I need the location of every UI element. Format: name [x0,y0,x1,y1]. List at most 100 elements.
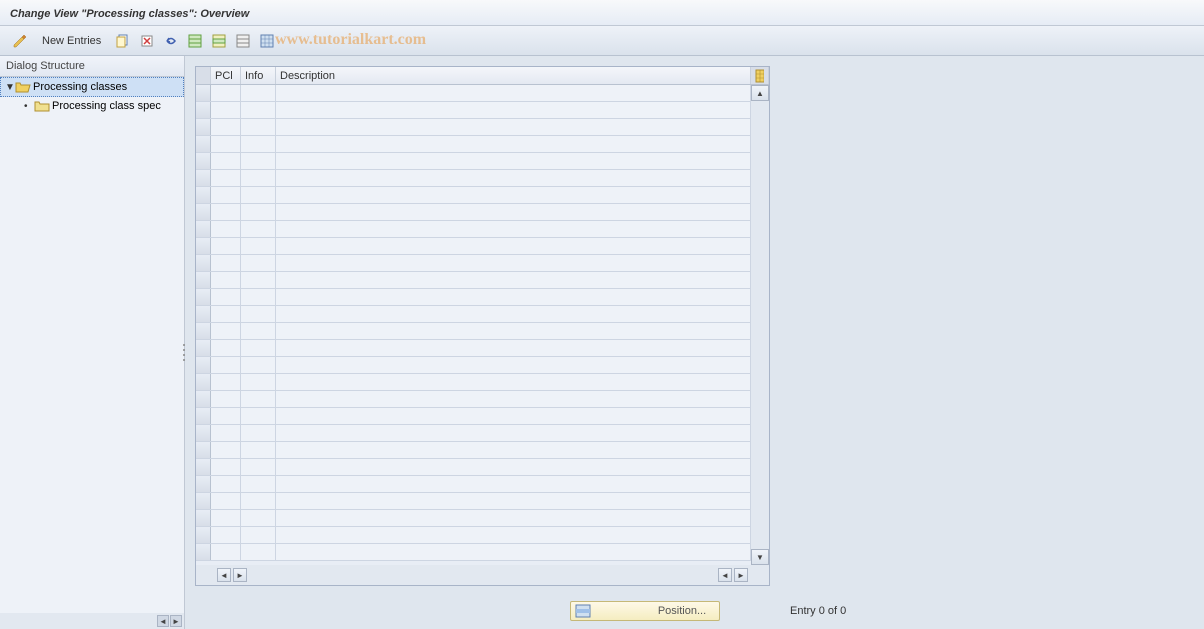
table-row[interactable] [196,204,769,221]
row-selector[interactable] [196,221,211,237]
cell-info[interactable] [241,544,276,560]
table-row[interactable] [196,187,769,204]
cell-info[interactable] [241,391,276,407]
table-row[interactable] [196,221,769,238]
cell-info[interactable] [241,493,276,509]
table-row[interactable] [196,408,769,425]
row-selector[interactable] [196,510,211,526]
cell-description[interactable] [276,170,751,186]
cell-description[interactable] [276,306,751,322]
tree-item-processing-class-spec[interactable]: • Processing class spec [0,97,184,115]
cell-pcl[interactable] [211,102,241,118]
row-selector[interactable] [196,476,211,492]
row-selector[interactable] [196,442,211,458]
table-row[interactable] [196,323,769,340]
table-row[interactable] [196,306,769,323]
table-settings-icon[interactable] [257,31,277,51]
deselect-all-icon[interactable] [233,31,253,51]
cell-description[interactable] [276,527,751,543]
cell-pcl[interactable] [211,442,241,458]
scroll-left-end-icon[interactable]: ◄ [718,568,732,582]
table-row[interactable] [196,527,769,544]
cell-pcl[interactable] [211,119,241,135]
undo-icon[interactable] [161,31,181,51]
table-row[interactable] [196,544,769,561]
cell-pcl[interactable] [211,306,241,322]
cell-description[interactable] [276,119,751,135]
cell-info[interactable] [241,374,276,390]
scroll-left-icon[interactable]: ◄ [217,568,231,582]
table-row[interactable] [196,238,769,255]
row-selector[interactable] [196,187,211,203]
row-selector[interactable] [196,323,211,339]
cell-pcl[interactable] [211,187,241,203]
cell-pcl[interactable] [211,408,241,424]
cell-pcl[interactable] [211,255,241,271]
cell-info[interactable] [241,255,276,271]
cell-description[interactable] [276,153,751,169]
cell-description[interactable] [276,510,751,526]
delete-icon[interactable] [137,31,157,51]
cell-description[interactable] [276,544,751,560]
cell-pcl[interactable] [211,374,241,390]
row-selector[interactable] [196,425,211,441]
cell-info[interactable] [241,204,276,220]
row-selector[interactable] [196,153,211,169]
vertical-scrollbar[interactable]: ▲ ▼ [751,85,769,565]
table-row[interactable] [196,136,769,153]
table-row[interactable] [196,425,769,442]
cell-description[interactable] [276,459,751,475]
column-header-info[interactable]: Info [241,67,276,84]
cell-description[interactable] [276,187,751,203]
cell-info[interactable] [241,425,276,441]
cell-description[interactable] [276,272,751,288]
cell-pcl[interactable] [211,391,241,407]
cell-info[interactable] [241,476,276,492]
cell-description[interactable] [276,289,751,305]
cell-description[interactable] [276,340,751,356]
cell-info[interactable] [241,136,276,152]
cell-description[interactable] [276,391,751,407]
table-row[interactable] [196,102,769,119]
cell-info[interactable] [241,170,276,186]
cell-pcl[interactable] [211,238,241,254]
cell-pcl[interactable] [211,527,241,543]
table-row[interactable] [196,85,769,102]
cell-pcl[interactable] [211,221,241,237]
row-selector[interactable] [196,102,211,118]
row-selector[interactable] [196,255,211,271]
table-row[interactable] [196,340,769,357]
table-config-icon[interactable] [751,67,769,84]
table-row[interactable] [196,153,769,170]
cell-info[interactable] [241,408,276,424]
row-selector[interactable] [196,340,211,356]
cell-pcl[interactable] [211,136,241,152]
cell-pcl[interactable] [211,204,241,220]
change-icon[interactable] [10,31,30,51]
cell-info[interactable] [241,85,276,101]
row-selector[interactable] [196,391,211,407]
cell-pcl[interactable] [211,493,241,509]
cell-pcl[interactable] [211,170,241,186]
row-selector[interactable] [196,306,211,322]
cell-description[interactable] [276,136,751,152]
scroll-up-icon[interactable]: ▲ [751,85,769,101]
cell-description[interactable] [276,238,751,254]
column-header-pcl[interactable]: PCl [211,67,241,84]
cell-pcl[interactable] [211,340,241,356]
scroll-right-end-icon[interactable]: ► [734,568,748,582]
row-selector[interactable] [196,119,211,135]
sidebar-h-scrollbar[interactable]: ◄ ► [0,613,184,629]
table-row[interactable] [196,493,769,510]
cell-info[interactable] [241,357,276,373]
cell-pcl[interactable] [211,425,241,441]
cell-description[interactable] [276,255,751,271]
row-selector[interactable] [196,408,211,424]
column-header-description[interactable]: Description [276,67,751,84]
tree-item-processing-classes[interactable]: ▼ Processing classes [0,77,184,97]
table-row[interactable] [196,510,769,527]
cell-pcl[interactable] [211,510,241,526]
row-selector[interactable] [196,204,211,220]
cell-description[interactable] [276,102,751,118]
cell-pcl[interactable] [211,323,241,339]
